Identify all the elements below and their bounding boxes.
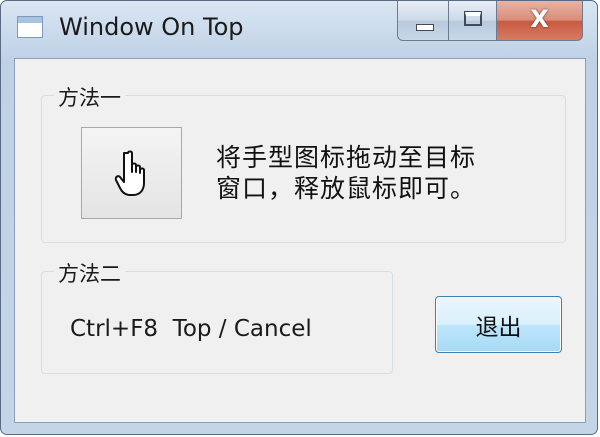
exit-button[interactable]: 退出 [435,296,562,353]
description-line-1: 将手型图标拖动至目标 [216,143,477,172]
hand-pointer-icon [114,150,145,196]
minimize-icon [416,24,434,31]
method1-group: 方法一 将手型图标拖动至目标 窗口，释放鼠标即可。 [41,82,566,243]
client-area: 方法一 将手型图标拖动至目标 窗口，释放鼠标即可。 方法二 Ctrl+F8 To… [14,58,586,423]
app-window: Window On Top X 方法一 将手型图标拖动至目标 窗口，释放鼠标即可… [0,0,598,435]
description-line-2: 窗口，释放鼠标即可。 [216,174,477,203]
window-title: Window On Top [59,13,244,41]
minimize-button[interactable] [397,1,449,41]
window-icon [17,16,43,38]
close-icon: X [530,5,549,33]
method1-description: 将手型图标拖动至目标 窗口，释放鼠标即可。 [216,142,476,204]
maximize-icon [464,11,482,26]
close-button[interactable]: X [497,1,583,41]
hotkey-text: Ctrl+F8 Top / Cancel [70,316,312,342]
method2-group: 方法二 Ctrl+F8 Top / Cancel [41,258,393,374]
title-bar[interactable]: Window On Top X [1,1,597,59]
drag-hand-button[interactable] [81,127,182,219]
method1-label: 方法一 [54,82,125,112]
maximize-button[interactable] [449,1,497,41]
method2-label: 方法二 [54,258,125,288]
caption-buttons: X [397,1,583,41]
